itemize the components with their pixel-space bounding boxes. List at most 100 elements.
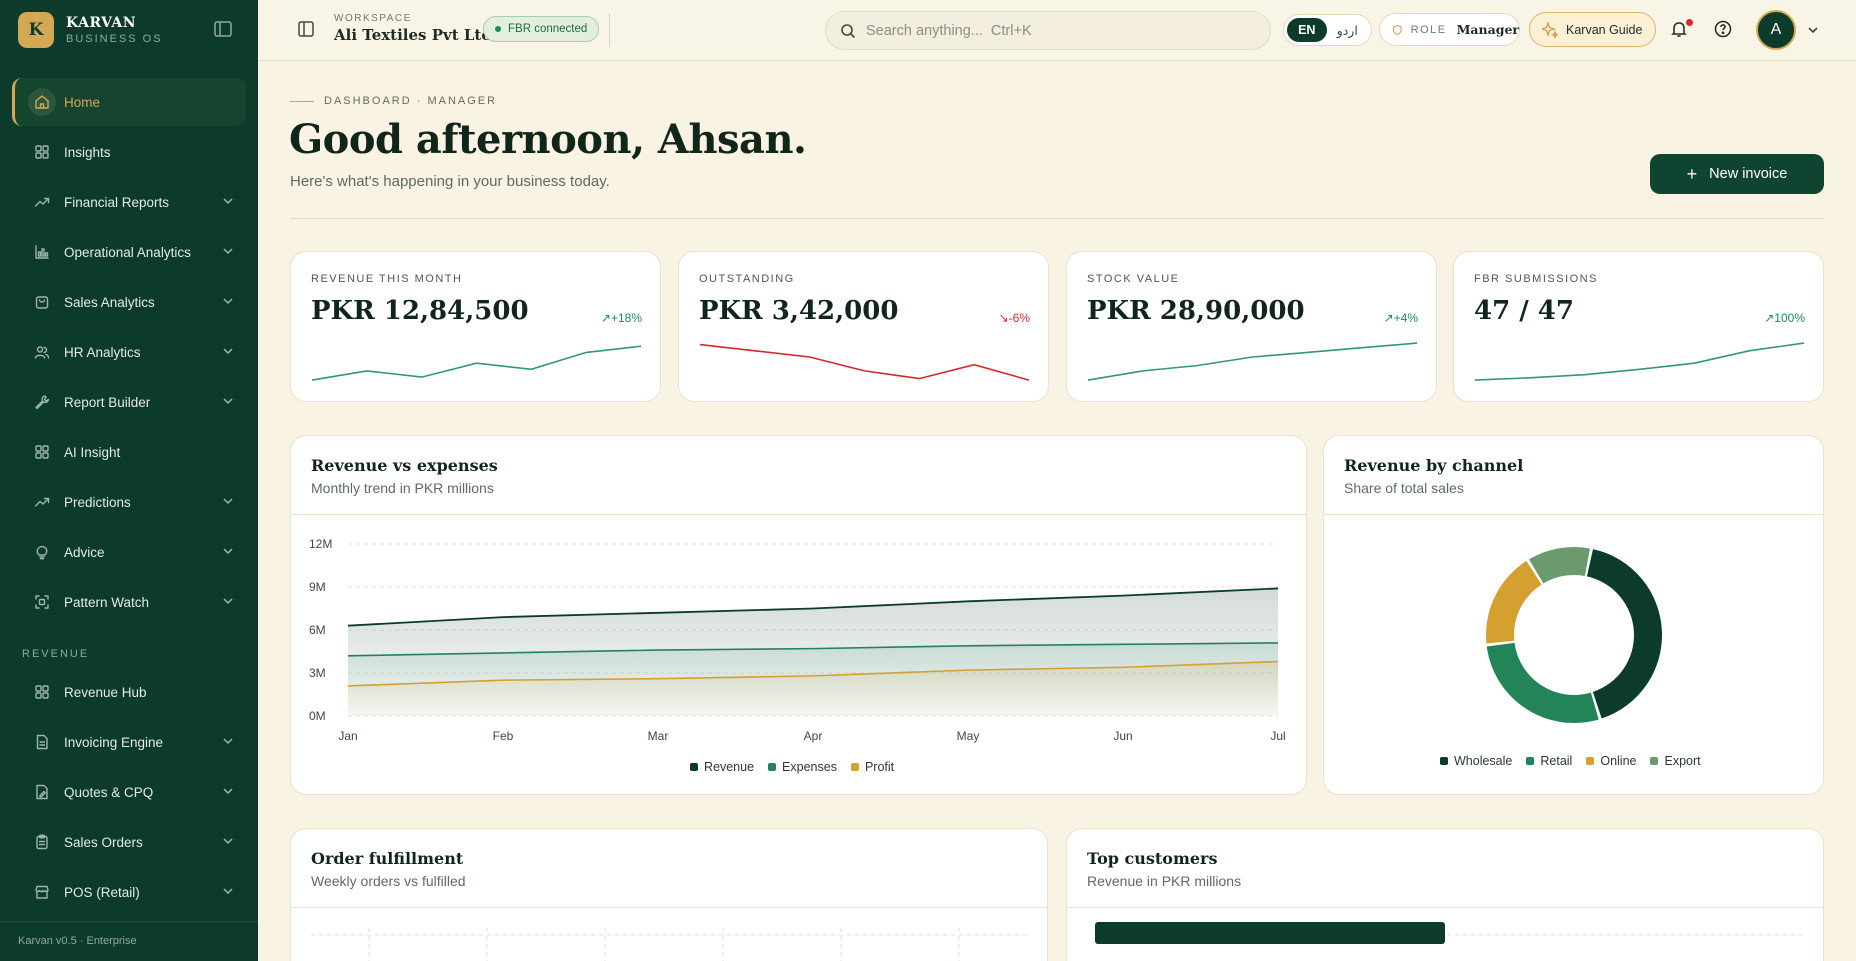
x-tick-label: Apr <box>804 729 823 743</box>
legend-item-revenue[interactable]: Revenue <box>690 760 754 774</box>
wrench-icon <box>28 388 56 416</box>
card-title: Order fulfillment <box>311 849 464 868</box>
sidebar-item-operational-analytics[interactable]: Operational Analytics <box>12 228 246 276</box>
chevron-down-icon[interactable] <box>222 835 234 847</box>
sidebar-item-hr-analytics[interactable]: HR Analytics <box>12 328 246 376</box>
legend-item-retail[interactable]: Retail <box>1526 754 1572 768</box>
sidebar-item-predictions[interactable]: Predictions <box>12 478 246 526</box>
y-tick-label: 3M <box>309 666 326 680</box>
chevron-down-icon[interactable] <box>222 495 234 507</box>
legend-swatch <box>1526 757 1535 765</box>
x-tick-label: Mar <box>648 729 669 743</box>
legend-label: Retail <box>1540 754 1573 768</box>
donut-slice-online[interactable] <box>1486 560 1542 644</box>
sidebar-item-financial-reports[interactable]: Financial Reports <box>12 178 246 226</box>
new-invoice-button[interactable]: + New invoice <box>1650 154 1824 194</box>
divider <box>609 13 610 47</box>
legend-item-expenses[interactable]: Expenses <box>768 760 837 774</box>
search-input[interactable] <box>866 22 1246 39</box>
kpi-delta: ↘-6% <box>998 311 1030 325</box>
legend-swatch <box>690 763 698 771</box>
sidebar-item-pos-retail[interactable]: POS (Retail) <box>12 868 246 916</box>
sidebar-item-label: Operational Analytics <box>64 244 191 260</box>
home-icon <box>28 88 56 116</box>
legend-swatch <box>1650 757 1659 765</box>
chevron-down-icon[interactable] <box>222 545 234 557</box>
top-customers-chart <box>1095 922 1803 944</box>
role-selector[interactable]: ROLE Manager <box>1379 13 1520 46</box>
search-box[interactable] <box>825 11 1271 50</box>
arrow-up-right-icon: ↗ <box>1383 311 1394 325</box>
legend-item-profit[interactable]: Profit <box>850 760 895 774</box>
kpi-delta: ↗+4% <box>1383 311 1418 325</box>
chevron-down-icon[interactable] <box>222 885 234 897</box>
chevron-down-icon[interactable] <box>222 395 234 407</box>
sidebar-item-insights[interactable]: Insights <box>12 128 246 176</box>
lang-en-option[interactable]: EN <box>1287 18 1327 42</box>
karvan-guide-button[interactable]: Karvan Guide <box>1529 12 1656 47</box>
sidebar-item-label: Pattern Watch <box>64 594 150 610</box>
sparkline-line <box>699 343 1030 381</box>
help-icon[interactable] <box>1714 20 1732 38</box>
sidebar-nav: Home Insights Financial Reports Operational… <box>12 78 246 918</box>
search-icon <box>841 23 856 38</box>
sidebar-item-advice[interactable]: Advice <box>12 528 246 576</box>
card-title: Revenue by channel <box>1344 456 1524 475</box>
workspace-name: Ali Textiles Pvt Ltd <box>334 26 492 44</box>
lang-ur-option[interactable]: اردو <box>1327 18 1368 42</box>
donut-slice-retail[interactable] <box>1486 642 1599 723</box>
chevron-down-icon[interactable] <box>222 195 234 207</box>
language-toggle[interactable]: EN اردو <box>1283 14 1372 46</box>
chevron-down-icon[interactable] <box>222 735 234 747</box>
legend-item-export[interactable]: Export <box>1650 754 1701 768</box>
kpi-label: REVENUE THIS MONTH <box>311 273 463 285</box>
brand-subtitle: BUSINESS OS <box>66 33 163 45</box>
sidebar-item-revenue-hub[interactable]: Revenue Hub <box>12 668 246 716</box>
x-tick-label: May <box>957 729 980 743</box>
sidebar-item-invoicing-engine[interactable]: Invoicing Engine <box>12 718 246 766</box>
chevron-down-icon[interactable] <box>222 595 234 607</box>
donut-slice-wholesale[interactable] <box>1586 549 1662 719</box>
sidebar-item-sales-analytics[interactable]: Sales Analytics <box>12 278 246 326</box>
sidebar-collapse-icon[interactable] <box>214 21 234 39</box>
nav-section-label: REVENUE <box>22 648 90 660</box>
chevron-down-icon[interactable] <box>222 245 234 257</box>
sidebar-item-report-builder[interactable]: Report Builder <box>12 378 246 426</box>
chevron-down-icon[interactable] <box>1807 23 1819 35</box>
kpi-card-outstanding[interactable]: OUTSTANDING PKR 3,42,000 ↘-6% <box>678 251 1049 402</box>
sidebar-item-label: Advice <box>64 544 105 560</box>
chevron-down-icon[interactable] <box>222 295 234 307</box>
top-customers-card: Top customers Revenue in PKR millions <box>1066 828 1824 961</box>
arrow-down-right-icon: ↘ <box>998 311 1009 325</box>
fbr-status-badge: FBR connected <box>483 16 600 42</box>
bar-chart-icon <box>28 238 56 266</box>
panel-toggle-icon[interactable] <box>298 21 314 37</box>
legend-item-online[interactable]: Online <box>1586 754 1636 768</box>
sidebar-item-quotes-and-cpq[interactable]: Quotes & CPQ <box>12 768 246 816</box>
sidebar-item-label: Revenue Hub <box>64 684 147 700</box>
donut-slice-export[interactable] <box>1529 547 1590 584</box>
sidebar-item-pattern-watch[interactable]: Pattern Watch <box>12 578 246 626</box>
kpi-card-revenue-this-month[interactable]: REVENUE THIS MONTH PKR 12,84,500 ↗+18% <box>290 251 661 402</box>
customer-bar <box>1095 922 1445 944</box>
kpi-card-fbr-submissions[interactable]: FBR SUBMISSIONS 47 / 47 ↗100% <box>1453 251 1824 402</box>
legend-label: Profit <box>864 760 895 774</box>
avatar[interactable]: A <box>1756 10 1796 50</box>
sparkle-icon <box>1542 21 1558 38</box>
sidebar-item-home[interactable]: Home <box>12 78 246 126</box>
scan-icon <box>28 588 56 616</box>
brand[interactable]: K KARVAN BUSINESS OS <box>18 12 163 48</box>
kpi-card-stock-value[interactable]: STOCK VALUE PKR 28,90,000 ↗+4% <box>1066 251 1437 402</box>
legend-item-wholesale[interactable]: Wholesale <box>1440 754 1512 768</box>
lightbulb-icon <box>28 538 56 566</box>
workspace-switcher[interactable]: WORKSPACE Ali Textiles Pvt Ltd <box>334 13 492 44</box>
channel-chart-card: Revenue by channel Share of total sales … <box>1323 435 1824 795</box>
role-label: ROLE <box>1410 23 1447 36</box>
shopping-bag-icon <box>28 288 56 316</box>
sidebar: K KARVAN BUSINESS OS Home Insights Financi… <box>0 0 258 961</box>
chevron-down-icon[interactable] <box>222 785 234 797</box>
sidebar-item-ai-insight[interactable]: AI Insight <box>12 428 246 476</box>
chevron-down-icon[interactable] <box>222 345 234 357</box>
sidebar-item-sales-orders[interactable]: Sales Orders <box>12 818 246 866</box>
fulfillment-chart-grid <box>311 928 1027 961</box>
